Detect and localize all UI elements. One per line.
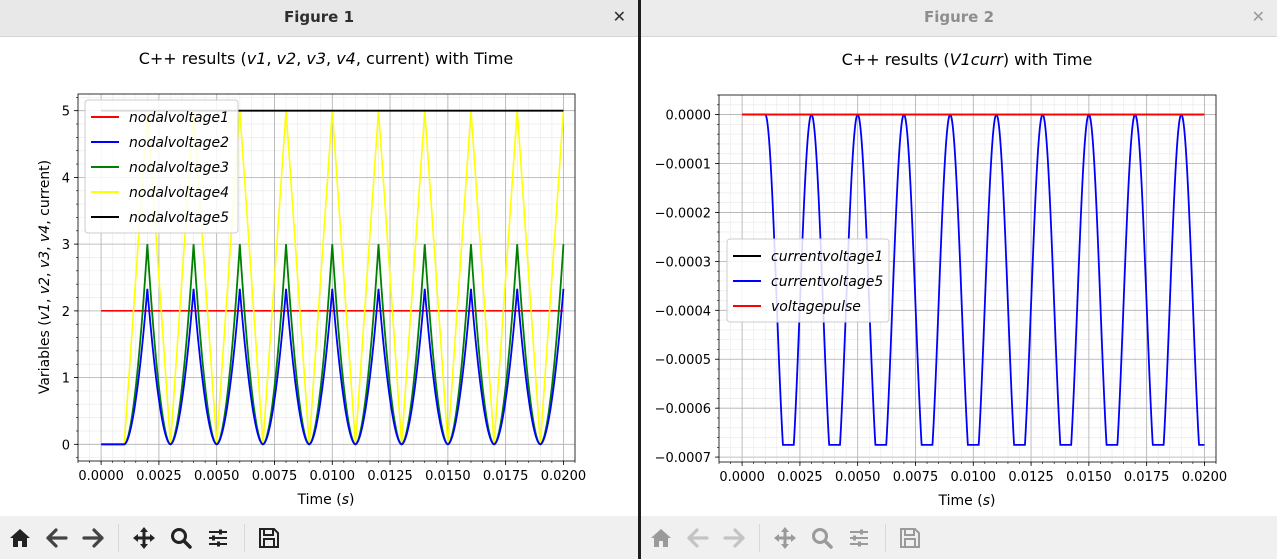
x-tick-label: 0.0175 <box>1124 470 1170 485</box>
legend-label: nodalvoltage2 <box>129 135 229 151</box>
y-tick-label: −0.0007 <box>655 451 711 466</box>
y-tick-label: 4 <box>62 171 70 186</box>
chart-figure-1: C++ results (v1, v2, v3, v4, current) wi… <box>37 49 587 508</box>
configure-icon[interactable] <box>846 525 872 551</box>
x-tick-label: 0.0125 <box>1008 470 1054 485</box>
x-tick-label: 0.0200 <box>541 469 587 484</box>
x-tick-label: 0.0125 <box>367 469 413 484</box>
legend-label: currentvoltage5 <box>771 274 883 290</box>
save-icon[interactable] <box>256 525 282 551</box>
figure-2-window: Figure 2 ✕ C++ results (V1curr) with Tim… <box>641 0 1277 559</box>
legend-label: nodalvoltage4 <box>129 185 229 201</box>
back-icon[interactable] <box>685 525 711 551</box>
toolbar-separator <box>759 524 760 552</box>
x-tick-label: 0.0025 <box>777 470 823 485</box>
window-title: Figure 1 <box>283 8 355 26</box>
x-tick-label: 0.0200 <box>1182 470 1228 485</box>
close-icon[interactable]: ✕ <box>1252 0 1265 36</box>
legend-label: nodalvoltage5 <box>129 210 229 226</box>
chart-title: C++ results (V1curr) with Time <box>842 50 1093 69</box>
y-tick-label: 5 <box>62 105 70 120</box>
x-tick-label: 0.0050 <box>194 469 240 484</box>
legend-label: currentvoltage1 <box>771 249 883 265</box>
toolbar-separator <box>885 524 886 552</box>
toolbar-separator <box>118 524 119 552</box>
save-icon[interactable] <box>897 525 923 551</box>
window-title: Figure 2 <box>923 8 995 26</box>
y-tick-label: −0.0004 <box>655 304 711 319</box>
y-tick-label: −0.0001 <box>655 158 711 173</box>
window-titlebar[interactable]: Figure 2 ✕ <box>641 0 1277 37</box>
forward-icon[interactable] <box>721 525 747 551</box>
legend-label: nodalvoltage1 <box>129 110 229 126</box>
x-tick-label: 0.0000 <box>78 469 124 484</box>
y-tick-label: −0.0002 <box>655 206 711 221</box>
y-axis-label: Variables (v1, v2, v3, v4, current) <box>37 160 53 394</box>
home-icon[interactable] <box>7 525 33 551</box>
x-tick-label: 0.0150 <box>1066 470 1112 485</box>
legend: currentvoltage1 currentvoltage5 voltagepul… <box>726 238 890 323</box>
y-tick-label: 0.0000 <box>666 109 712 124</box>
chart-title: C++ results (v1, v2, v3, v4, current) wi… <box>139 49 514 68</box>
y-tick-label: 3 <box>62 238 70 253</box>
figure-1-window: Figure 1 ✕ C++ results (v1, v2, v3, v4, … <box>0 0 638 559</box>
configure-icon[interactable] <box>205 525 231 551</box>
x-tick-label: 0.0175 <box>483 469 529 484</box>
toolbar-separator <box>244 524 245 552</box>
legend: nodalvoltage1 nodalvoltage2 nodalvoltage3 n… <box>84 99 239 234</box>
x-tick-label: 0.0000 <box>719 470 765 485</box>
window-titlebar[interactable]: Figure 1 ✕ <box>0 0 638 37</box>
zoom-icon[interactable] <box>168 525 194 551</box>
x-tick-label: 0.0075 <box>252 469 298 484</box>
pan-icon[interactable] <box>772 525 798 551</box>
legend-label: nodalvoltage3 <box>129 160 229 176</box>
y-tick-label: −0.0006 <box>655 402 711 417</box>
x-tick-label: 0.0150 <box>425 469 471 484</box>
x-tick-label: 0.0025 <box>136 469 182 484</box>
y-axis: 0.0000 −0.0001 −0.0002 −0.0003 −0.0004 −0.000… <box>655 94 719 466</box>
y-tick-label: 2 <box>62 305 70 320</box>
chart-figure-2: C++ results (V1curr) with Time 0.0000 0.0… <box>655 50 1228 509</box>
toolbar <box>641 516 1277 559</box>
close-icon[interactable]: ✕ <box>613 0 626 36</box>
forward-icon[interactable] <box>80 525 106 551</box>
y-axis: 0 1 2 3 4 5 <box>62 97 78 458</box>
zoom-icon[interactable] <box>809 525 835 551</box>
y-tick-label: −0.0003 <box>655 255 711 270</box>
y-tick-label: 1 <box>62 372 70 387</box>
x-tick-label: 0.0050 <box>835 470 881 485</box>
x-axis-label: Time (s) <box>297 492 355 508</box>
x-axis: 0.0000 0.0025 0.0050 0.0075 0.0100 0.0125 0.01… <box>77 461 587 484</box>
x-tick-label: 0.0075 <box>893 470 939 485</box>
back-icon[interactable] <box>44 525 70 551</box>
x-axis-label: Time (s) <box>938 493 996 509</box>
y-tick-label: 0 <box>62 438 70 453</box>
x-axis: 0.0000 0.0025 0.0050 0.0075 0.0100 0.0125 0.01… <box>718 462 1228 485</box>
toolbar <box>0 516 638 559</box>
pan-icon[interactable] <box>131 525 157 551</box>
y-tick-label: −0.0005 <box>655 353 711 368</box>
legend-label: voltagepulse <box>771 299 861 315</box>
home-icon[interactable] <box>648 525 674 551</box>
x-tick-label: 0.0100 <box>951 470 997 485</box>
x-tick-label: 0.0100 <box>310 469 356 484</box>
